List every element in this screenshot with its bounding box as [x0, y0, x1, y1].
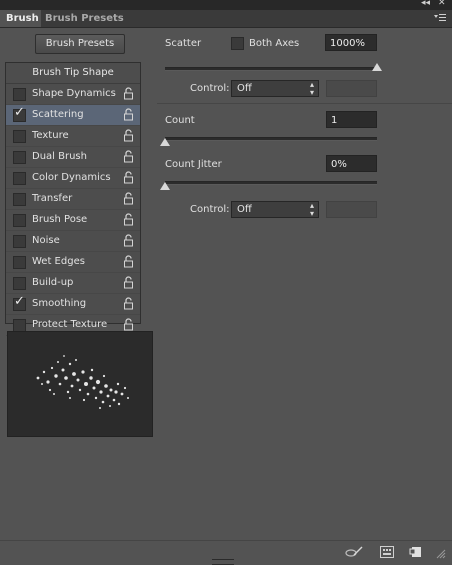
count-value-field[interactable]: 1	[326, 111, 377, 128]
option-checkbox[interactable]	[13, 214, 26, 227]
count-jitter-control-select[interactable]: Off ▴ ▾	[231, 201, 319, 218]
option-checkbox[interactable]	[13, 130, 26, 143]
option-label: Scattering	[32, 109, 84, 120]
brush-toggle-icon[interactable]	[344, 546, 364, 558]
brush-option-row[interactable]: ✓ Scattering	[6, 105, 140, 126]
lock-icon[interactable]	[123, 87, 134, 100]
count-slider-track[interactable]	[165, 137, 377, 141]
brush-presets-button[interactable]: Brush Presets	[35, 34, 125, 54]
option-checkbox[interactable]	[13, 235, 26, 248]
close-icon[interactable]: ✕	[438, 0, 446, 8]
brush-option-row[interactable]: Shape Dynamics	[6, 84, 140, 105]
stroke-preview-image	[36, 355, 129, 409]
checkmark-icon: ✓	[14, 105, 25, 120]
scatter-slider-thumb[interactable]	[372, 63, 382, 71]
option-checkbox[interactable]	[13, 88, 26, 101]
scatter-slider-track[interactable]	[165, 67, 377, 71]
brush-option-row[interactable]: Wet Edges	[6, 252, 140, 273]
stepper-arrows-icon: ▴ ▾	[309, 201, 314, 218]
panel-menu-icon[interactable]	[434, 12, 446, 24]
lock-icon[interactable]	[123, 297, 134, 310]
brush-option-row[interactable]: Transfer	[6, 189, 140, 210]
brush-option-row[interactable]: Build-up	[6, 273, 140, 294]
lock-icon[interactable]	[123, 255, 134, 268]
option-checkbox[interactable]	[13, 277, 26, 290]
count-jitter-slider-thumb[interactable]	[160, 182, 170, 190]
option-label: Color Dynamics	[32, 172, 111, 183]
brush-option-row[interactable]: Dual Brush	[6, 147, 140, 168]
grid-icon[interactable]	[380, 546, 394, 558]
lock-icon[interactable]	[123, 192, 134, 205]
brush-option-row[interactable]: Color Dynamics	[6, 168, 140, 189]
option-label: Dual Brush	[32, 151, 87, 162]
scatter-control-fade-field	[326, 80, 377, 97]
brush-tip-shape-item[interactable]: Brush Tip Shape	[6, 63, 140, 84]
count-label: Count	[165, 115, 195, 126]
lock-icon[interactable]	[123, 129, 134, 142]
tab-brush[interactable]: Brush	[0, 10, 41, 27]
checkmark-icon: ✓	[14, 294, 25, 309]
count-jitter-value-field[interactable]: 0%	[326, 155, 377, 172]
count-slider-thumb[interactable]	[160, 138, 170, 146]
option-label: Brush Pose	[32, 214, 88, 225]
option-checkbox[interactable]	[13, 256, 26, 269]
lock-icon[interactable]	[123, 150, 134, 163]
panel-top-strip: ◂◂ ✕	[0, 0, 452, 10]
count-jitter-control-value: Off	[237, 204, 252, 215]
brush-option-row[interactable]: Texture	[6, 126, 140, 147]
lock-icon[interactable]	[123, 234, 134, 247]
scatter-control-select[interactable]: Off ▴ ▾	[231, 80, 319, 97]
brush-option-row[interactable]: ✓ Smoothing	[6, 294, 140, 315]
new-preset-icon[interactable]	[409, 546, 423, 558]
option-label: Smoothing	[32, 298, 87, 309]
option-label: Build-up	[32, 277, 74, 288]
option-label: Wet Edges	[32, 256, 85, 267]
brush-options-list: Brush Tip Shape Shape Dynamics ✓ Scatterin…	[5, 62, 141, 336]
option-checkbox[interactable]	[13, 151, 26, 164]
panel-bottom-bar	[0, 540, 452, 565]
option-checkbox[interactable]	[13, 172, 26, 185]
scatter-value-field[interactable]: 1000%	[325, 34, 377, 51]
count-jitter-control-fade-field	[326, 201, 377, 218]
brush-option-row[interactable]: Noise	[6, 231, 140, 252]
option-checkbox[interactable]: ✓	[13, 105, 26, 122]
tab-bar: Brush Brush Presets	[0, 10, 452, 28]
option-checkbox[interactable]: ✓	[13, 294, 26, 311]
lock-icon[interactable]	[123, 276, 134, 289]
scatter-label: Scatter	[165, 38, 202, 49]
option-label: Noise	[32, 235, 60, 246]
lock-icon[interactable]	[123, 171, 134, 184]
scatter-control-value: Off	[237, 83, 252, 94]
option-label: Transfer	[32, 193, 73, 204]
count-jitter-label: Count Jitter	[165, 159, 222, 170]
tab-brush-presets[interactable]: Brush Presets	[39, 10, 130, 27]
lock-icon[interactable]	[123, 108, 134, 121]
brush-panel: ◂◂ ✕ Brush Brush Presets Brush Presets B…	[0, 0, 452, 565]
lock-icon[interactable]	[123, 213, 134, 226]
scatter-control-label: Control:	[190, 83, 230, 94]
section-divider	[157, 103, 452, 104]
option-label: Shape Dynamics	[32, 88, 116, 99]
resize-grip-icon[interactable]	[436, 549, 446, 559]
lock-icon[interactable]	[123, 318, 134, 331]
stepper-arrows-icon: ▴ ▾	[309, 80, 314, 97]
brush-stroke-preview	[7, 331, 153, 437]
count-jitter-control-label: Control:	[190, 204, 230, 215]
option-checkbox[interactable]	[13, 193, 26, 206]
both-axes-checkbox[interactable]	[231, 37, 244, 50]
both-axes-label: Both Axes	[249, 38, 300, 49]
option-label: Texture	[32, 130, 69, 141]
count-jitter-slider-track[interactable]	[165, 181, 377, 185]
brush-option-row[interactable]: Brush Pose	[6, 210, 140, 231]
collapse-icon[interactable]: ◂◂	[421, 0, 430, 8]
panel-resize-handle[interactable]	[212, 559, 234, 565]
